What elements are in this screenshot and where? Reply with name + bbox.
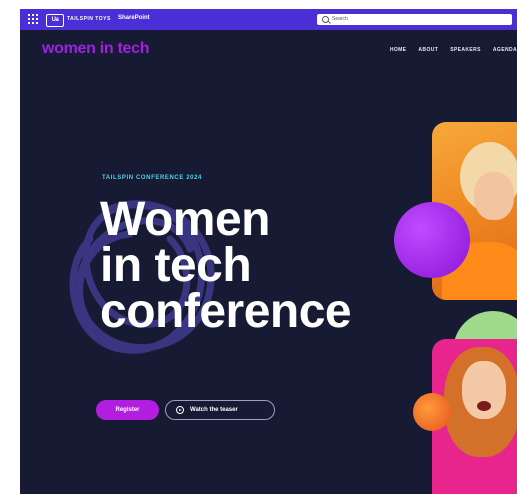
nav-item-agenda[interactable]: AGENDA [493,47,517,53]
nav-item-speakers[interactable]: SPEAKERS [450,47,481,53]
register-button[interactable]: Register [96,400,159,420]
org-logo[interactable]: Ua [46,14,64,27]
purple-circle-decoration [394,202,470,278]
org-name[interactable]: TAILSPIN TOYS [67,16,111,22]
search-icon [322,16,329,23]
headline-line-2: in tech [100,239,252,292]
headline-line-1: Women [100,193,270,246]
hero-headline: Women in tech conference [100,193,352,338]
watch-teaser-label: Watch the teaser [190,407,238,413]
orange-circle-decoration [413,393,451,431]
app-name[interactable]: SharePoint [118,15,150,21]
headline-line-3: conference [100,285,352,338]
suite-bar: Ua TAILSPIN TOYS SharePoint Search [20,9,517,30]
browser-content: Ua TAILSPIN TOYS SharePoint Search women… [20,9,517,494]
watch-teaser-button[interactable]: Watch the teaser [165,400,275,420]
play-icon [176,406,184,414]
site-logo[interactable]: women in tech [42,40,150,58]
search-placeholder: Search [332,16,348,22]
site-nav: HOME ABOUT SPEAKERS AGENDA [378,47,517,53]
nav-item-home[interactable]: HOME [390,47,407,53]
app-launcher-icon[interactable] [28,14,38,24]
nav-item-about[interactable]: ABOUT [418,47,438,53]
search-box[interactable]: Search [317,14,512,25]
